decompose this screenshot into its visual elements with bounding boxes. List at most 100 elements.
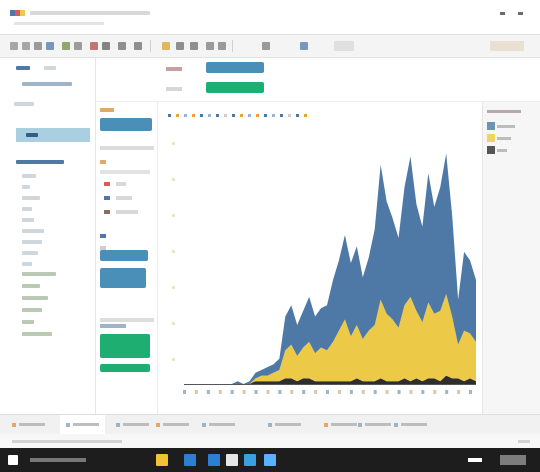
measure-field[interactable] — [22, 320, 34, 324]
dimension-field[interactable] — [22, 174, 36, 178]
minimize-icon[interactable] — [500, 12, 505, 15]
status-bar — [0, 434, 540, 448]
data-tab[interactable] — [16, 66, 30, 70]
rows-pill[interactable] — [206, 82, 264, 93]
x-tick-label — [266, 390, 270, 394]
datasource-name[interactable] — [22, 82, 72, 86]
sheet-tab[interactable] — [196, 415, 241, 434]
save-icon[interactable] — [34, 42, 42, 50]
label-icon[interactable] — [190, 42, 198, 50]
pages-pill[interactable] — [100, 118, 152, 131]
viz-title-placeholder — [168, 112, 368, 122]
mail-icon[interactable] — [208, 454, 220, 466]
tray-icons[interactable] — [468, 458, 482, 462]
x-tick-label — [290, 390, 294, 394]
marks-color-pill[interactable] — [100, 250, 148, 261]
x-tick-label — [409, 390, 413, 394]
fit-dropdown[interactable] — [334, 41, 354, 51]
x-tick-label — [183, 390, 186, 394]
share-icon[interactable] — [300, 42, 308, 50]
measure-field[interactable] — [22, 272, 56, 276]
taskbar — [0, 448, 540, 472]
sheet-tab-icon — [394, 422, 398, 427]
clear-icon[interactable] — [90, 42, 98, 50]
new-sheet-icon[interactable] — [62, 42, 70, 50]
store-icon[interactable] — [244, 454, 256, 466]
dimension-field[interactable] — [22, 251, 38, 255]
fix-axes-icon[interactable] — [206, 42, 214, 50]
x-tick-label — [278, 390, 282, 394]
close-icon[interactable] — [518, 12, 523, 15]
show-me-button[interactable] — [490, 41, 524, 51]
sheet-tab[interactable] — [60, 415, 105, 434]
present-icon[interactable] — [262, 42, 270, 50]
x-tick-label — [373, 390, 377, 394]
sheet-tab[interactable] — [110, 415, 155, 434]
measure-field[interactable] — [22, 284, 40, 288]
highlight-icon[interactable] — [162, 42, 170, 50]
legend-swatch[interactable] — [487, 146, 495, 154]
dimension-field[interactable] — [22, 207, 32, 211]
measure-values-pill-2[interactable] — [100, 364, 150, 372]
selected-field-label — [26, 133, 38, 137]
dimension-field[interactable] — [22, 240, 42, 244]
sheet-tab[interactable] — [262, 415, 307, 434]
sheet-tab-label — [401, 423, 427, 426]
legend-swatch[interactable] — [487, 122, 495, 130]
stacked-area-chart[interactable] — [158, 132, 482, 414]
forward-icon[interactable] — [22, 42, 30, 50]
duplicate-icon[interactable] — [74, 42, 82, 50]
legend-label — [497, 125, 515, 128]
sort-asc-icon[interactable] — [118, 42, 126, 50]
new-datasource-icon[interactable] — [46, 42, 54, 50]
analytics-tab[interactable] — [44, 66, 56, 70]
sheet-tabs-bar — [0, 414, 540, 434]
marks-card-label — [100, 234, 106, 238]
dimension-field[interactable] — [22, 185, 30, 189]
dimension-field[interactable] — [22, 218, 34, 222]
app-icon[interactable] — [264, 454, 276, 466]
sheet-tab[interactable] — [388, 415, 433, 434]
sheet-tab-icon — [116, 422, 120, 427]
measure-values-label — [100, 324, 126, 328]
x-tick-label — [421, 390, 425, 394]
marks-detail-pill[interactable] — [100, 268, 146, 288]
dimension-field[interactable] — [22, 229, 44, 233]
measure-field[interactable] — [22, 332, 52, 336]
toolbar — [0, 34, 540, 58]
rows-shelf-label — [166, 87, 182, 91]
title-bar — [0, 0, 540, 34]
sheet-tab[interactable] — [6, 415, 51, 434]
start-icon[interactable] — [8, 455, 18, 465]
sheet-tab[interactable] — [150, 415, 195, 434]
back-icon[interactable] — [10, 42, 18, 50]
swap-icon[interactable] — [102, 42, 110, 50]
dimension-field[interactable] — [22, 196, 40, 200]
sheet-tab-icon — [324, 422, 328, 427]
app-logo-icon — [10, 10, 25, 16]
browser-icon[interactable] — [184, 454, 196, 466]
measure-values-pill[interactable] — [100, 334, 150, 358]
fit-icon[interactable] — [218, 42, 226, 50]
measure-field[interactable] — [22, 308, 42, 312]
measure-field[interactable] — [22, 296, 48, 300]
sort-desc-icon[interactable] — [134, 42, 142, 50]
columns-pill[interactable] — [206, 62, 264, 73]
group-icon[interactable] — [176, 42, 184, 50]
filter-item[interactable] — [104, 196, 110, 200]
filter-item[interactable] — [104, 182, 110, 186]
x-tick-label — [433, 390, 437, 394]
legend-swatch[interactable] — [487, 134, 495, 142]
sheet-tab-icon — [12, 422, 16, 427]
file-explorer-icon[interactable] — [156, 454, 168, 466]
dimension-field[interactable] — [22, 262, 32, 266]
filter-item-label — [116, 182, 126, 186]
y-tick-mark — [172, 286, 175, 289]
x-tick-label — [230, 390, 234, 394]
tableau-icon[interactable] — [226, 454, 238, 466]
filter-row — [100, 170, 150, 174]
filter-item[interactable] — [104, 210, 110, 214]
search-box[interactable] — [30, 458, 86, 462]
window-controls — [500, 10, 526, 18]
sheet-tab-icon — [268, 422, 272, 427]
